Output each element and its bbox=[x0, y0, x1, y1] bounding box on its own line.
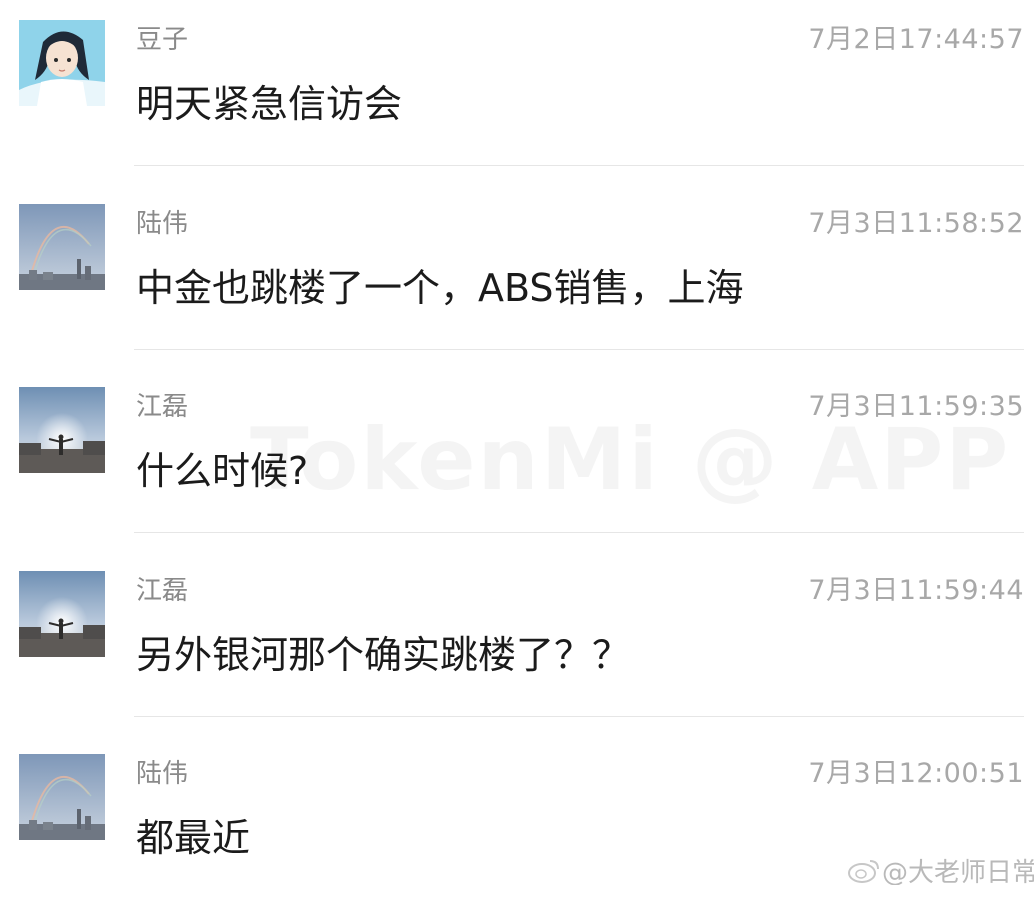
avatar[interactable] bbox=[19, 20, 105, 106]
message-timestamp: 7月3日11:58:52 bbox=[808, 208, 1024, 239]
message-timestamp: 7月3日12:00:51 bbox=[808, 758, 1024, 789]
rainbow-city-avatar-icon bbox=[19, 754, 105, 840]
sunset-person-avatar-icon bbox=[19, 571, 105, 657]
avatar[interactable] bbox=[19, 204, 105, 290]
sender-name: 陆伟 bbox=[136, 759, 189, 789]
chat-message: 江磊 7月3日11:59:44 另外银河那个确实跳楼了？？ bbox=[0, 551, 1034, 734]
message-text[interactable]: 另外银河那个确实跳楼了？？ bbox=[136, 629, 630, 681]
sender-name: 豆子 bbox=[136, 25, 189, 55]
sender-name: 江磊 bbox=[136, 576, 189, 606]
chat-message: 陆伟 7月3日11:58:52 中金也跳楼了一个，ABS销售，上海 bbox=[0, 184, 1034, 367]
message-text[interactable]: 中金也跳楼了一个，ABS销售，上海 bbox=[136, 262, 744, 314]
divider bbox=[134, 349, 1024, 350]
weibo-watermark: @大老师日常 bbox=[846, 855, 1034, 885]
avatar[interactable] bbox=[19, 571, 105, 657]
sunset-person-avatar-icon bbox=[19, 387, 105, 473]
chat-message: 陆伟 7月3日12:00:51 都最近 bbox=[0, 734, 1034, 917]
sender-name: 陆伟 bbox=[136, 209, 189, 239]
sender-name: 江磊 bbox=[136, 392, 189, 422]
rainbow-city-avatar-icon bbox=[19, 204, 105, 290]
avatar[interactable] bbox=[19, 387, 105, 473]
message-timestamp: 7月3日11:59:44 bbox=[808, 575, 1024, 606]
watermark: TokenMi @ APP bbox=[250, 410, 1010, 510]
divider bbox=[134, 532, 1024, 533]
weibo-logo-icon bbox=[846, 855, 882, 885]
divider bbox=[134, 165, 1024, 166]
anime-girl-avatar-icon bbox=[19, 20, 105, 106]
chat-message: 豆子 7月2日17:44:57 明天紧急信访会 bbox=[0, 0, 1034, 183]
message-text[interactable]: 都最近 bbox=[136, 812, 250, 864]
message-text[interactable]: 明天紧急信访会 bbox=[136, 78, 402, 130]
weibo-handle: @大老师日常 bbox=[882, 857, 1034, 886]
divider bbox=[134, 716, 1024, 717]
message-timestamp: 7月2日17:44:57 bbox=[808, 24, 1024, 55]
avatar[interactable] bbox=[19, 754, 105, 840]
